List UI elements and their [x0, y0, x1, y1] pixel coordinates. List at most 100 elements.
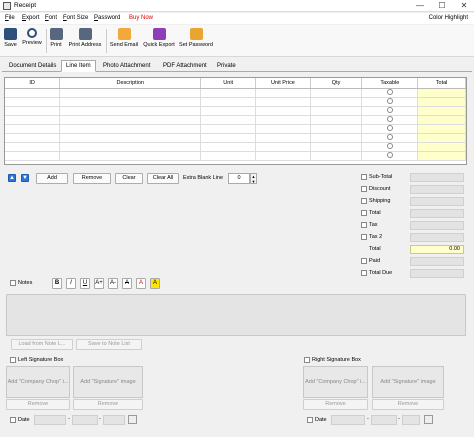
spin-down-icon[interactable]: ▼ [251, 179, 256, 184]
grow-font-button[interactable]: A+ [94, 278, 104, 289]
table-cell[interactable] [5, 142, 61, 152]
taxable-checkbox[interactable] [386, 107, 393, 114]
preview-button[interactable]: Preview [20, 27, 44, 55]
table-cell[interactable] [255, 106, 311, 116]
calendar-icon[interactable] [424, 415, 433, 424]
left-chop-remove-button[interactable]: Remove [6, 399, 70, 410]
table-row[interactable] [5, 88, 466, 98]
right-chop-remove-button[interactable]: Remove [303, 399, 368, 410]
table-cell[interactable] [200, 142, 257, 152]
menu-font-size[interactable]: Font Size [63, 15, 88, 21]
tax-checkbox[interactable] [361, 222, 367, 228]
set-password-button[interactable]: Set Password [178, 27, 214, 55]
menu-password[interactable]: Password [94, 15, 120, 21]
table-cell[interactable] [417, 124, 466, 134]
left-date-year-field[interactable] [103, 415, 125, 425]
taxable-checkbox[interactable] [386, 116, 393, 123]
right-date-year-field[interactable] [402, 415, 420, 425]
underline-button[interactable]: U [80, 278, 90, 289]
table-row[interactable] [5, 142, 466, 152]
left-date-month-field[interactable] [72, 415, 98, 425]
table-cell[interactable] [417, 115, 466, 125]
table-cell[interactable] [417, 97, 466, 107]
maximize-button[interactable]: ☐ [434, 1, 450, 11]
table-cell[interactable] [59, 115, 202, 125]
table-cell[interactable] [255, 97, 311, 107]
table-cell[interactable] [200, 115, 257, 125]
table-cell[interactable] [255, 133, 311, 143]
left-date-checkbox[interactable] [10, 417, 16, 423]
right-signature-checkbox[interactable] [304, 357, 310, 363]
table-cell[interactable] [361, 124, 419, 134]
subtotal-checkbox[interactable] [361, 174, 367, 180]
table-cell[interactable] [310, 142, 363, 152]
extra-blank-line-input[interactable]: 0 [228, 173, 250, 184]
taxable-checkbox[interactable] [386, 125, 393, 132]
table-cell[interactable] [310, 124, 363, 134]
tab-document-details[interactable]: Document Details [4, 60, 61, 72]
taxable-checkbox[interactable] [386, 143, 393, 150]
table-cell[interactable] [5, 106, 61, 116]
table-cell[interactable] [5, 133, 61, 143]
table-cell[interactable] [5, 97, 61, 107]
table-cell[interactable] [59, 88, 202, 98]
column-header-description[interactable]: Description [59, 78, 202, 89]
table-cell[interactable] [310, 97, 363, 107]
column-header-qty[interactable]: Qty [310, 78, 363, 89]
table-cell[interactable] [59, 106, 202, 116]
tab-line-item[interactable]: Line Item [61, 60, 96, 72]
left-signature-image-box[interactable]: Add "Signature" image [73, 366, 143, 398]
table-cell[interactable] [417, 142, 466, 152]
add-line-button[interactable]: Add [36, 173, 68, 184]
table-cell[interactable] [361, 97, 419, 107]
table-cell[interactable] [59, 142, 202, 152]
right-date-checkbox[interactable] [307, 417, 313, 423]
notes-checkbox[interactable] [10, 280, 16, 286]
table-cell[interactable] [417, 106, 466, 116]
table-cell[interactable] [5, 151, 61, 161]
table-cell[interactable] [200, 106, 257, 116]
right-signature-image-box[interactable]: Add "Signature" image [372, 366, 444, 398]
right-date-month-field[interactable] [371, 415, 397, 425]
strikethrough-button[interactable]: A [122, 278, 132, 289]
taxable-checkbox[interactable] [386, 98, 393, 105]
left-date-day-field[interactable] [34, 415, 66, 425]
table-cell[interactable] [5, 115, 61, 125]
taxable-checkbox[interactable] [386, 134, 393, 141]
table-cell[interactable] [255, 124, 311, 134]
table-row[interactable] [5, 151, 466, 161]
tab-pdf-attachment[interactable]: PDF Attachment [158, 60, 212, 72]
paid-checkbox[interactable] [361, 258, 367, 264]
table-cell[interactable] [310, 106, 363, 116]
table-row[interactable] [5, 97, 466, 107]
save-to-note-list-button[interactable]: Save to Note List [76, 339, 142, 350]
table-cell[interactable] [200, 97, 257, 107]
shipping-checkbox[interactable] [361, 198, 367, 204]
table-cell[interactable] [361, 115, 419, 125]
table-cell[interactable] [200, 124, 257, 134]
table-cell[interactable] [5, 124, 61, 134]
table-cell[interactable] [310, 151, 363, 161]
table-row[interactable] [5, 106, 466, 116]
right-signature-remove-button[interactable]: Remove [372, 399, 444, 410]
highlight-button[interactable]: A [150, 278, 160, 289]
taxable-checkbox[interactable] [386, 152, 393, 159]
right-date-day-field[interactable] [331, 415, 365, 425]
move-up-button[interactable]: ▲ [8, 174, 16, 182]
table-cell[interactable] [255, 142, 311, 152]
table-row[interactable] [5, 124, 466, 134]
column-header-total[interactable]: Total [417, 78, 466, 89]
table-cell[interactable] [310, 88, 363, 98]
column-header-taxable[interactable]: Taxable [361, 78, 419, 89]
table-cell[interactable] [59, 97, 202, 107]
menu-font[interactable]: Font [45, 15, 57, 21]
discount-checkbox[interactable] [361, 186, 367, 192]
table-cell[interactable] [417, 133, 466, 143]
load-from-note-list-button[interactable]: Load from Note L... [11, 339, 73, 350]
left-signature-remove-button[interactable]: Remove [73, 399, 143, 410]
notes-textarea[interactable] [6, 294, 466, 336]
table-cell[interactable] [255, 88, 311, 98]
minimize-button[interactable]: — [412, 1, 428, 11]
line-item-table[interactable]: ID Description Unit Unit Price Qty Taxab… [4, 77, 467, 165]
column-header-id[interactable]: ID [5, 78, 61, 89]
